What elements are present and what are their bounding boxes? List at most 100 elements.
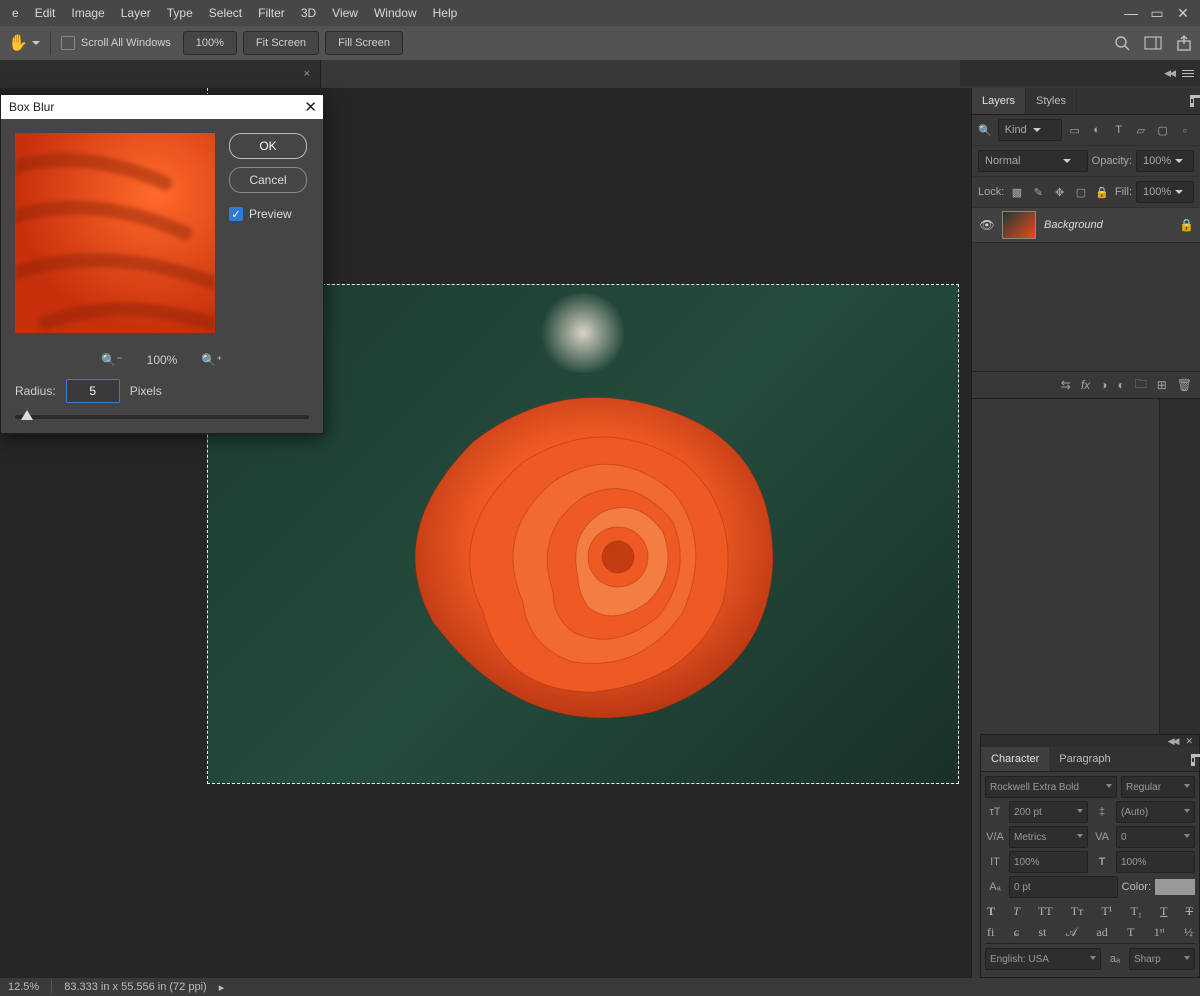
antialias-select[interactable]: Sharp (1129, 948, 1195, 970)
layer-name[interactable]: Background (1044, 219, 1103, 231)
layer-thumbnail[interactable] (1002, 211, 1036, 239)
fill-input[interactable]: 100% (1136, 181, 1194, 203)
fill-screen-button[interactable]: Fill Screen (325, 31, 403, 55)
layer-row-background[interactable]: 👁 Background 🔒 (972, 208, 1200, 243)
tracking-input[interactable]: 0 (1116, 826, 1195, 848)
lock-move-icon[interactable]: ✥ (1051, 183, 1068, 201)
tab-styles[interactable]: Styles (1026, 88, 1077, 114)
share-icon[interactable] (1176, 35, 1192, 51)
font-style-select[interactable]: Regular (1121, 776, 1195, 798)
status-chevron-icon[interactable]: ▸ (219, 981, 225, 994)
menu-item[interactable]: e (12, 6, 19, 20)
close-icon[interactable]: ✕ (304, 98, 317, 116)
menu-item-help[interactable]: Help (433, 6, 458, 20)
close-icon[interactable]: ✕ (1170, 3, 1196, 23)
minimize-icon[interactable]: — (1118, 3, 1144, 23)
lock-brush-icon[interactable]: ✎ (1030, 183, 1047, 201)
collapse-icon[interactable]: ◀◀ (1168, 736, 1178, 747)
ordinals-button[interactable]: T (1127, 925, 1134, 940)
smallcaps-button[interactable]: Tᴛ (1071, 904, 1084, 919)
menu-item-window[interactable]: Window (374, 6, 417, 20)
filter-image-icon[interactable]: ▭ (1066, 121, 1084, 139)
document-tab[interactable]: × (0, 60, 321, 88)
superscript-button[interactable]: T¹ (1101, 904, 1112, 919)
opacity-input[interactable]: 100% (1136, 150, 1194, 172)
status-doc-info[interactable]: 83.333 in x 55.556 in (72 ppi) (64, 981, 207, 993)
ligatures-button[interactable]: fi (987, 925, 994, 940)
menu-item-edit[interactable]: Edit (35, 6, 56, 20)
cancel-button[interactable]: Cancel (229, 167, 307, 193)
menu-item-select[interactable]: Select (209, 6, 242, 20)
group-icon[interactable]: 🗀 (1135, 375, 1147, 396)
kerning-input[interactable]: Metrics (1009, 826, 1088, 848)
hand-tool-icon[interactable]: ✋ (8, 33, 28, 53)
ok-button[interactable]: OK (229, 133, 307, 159)
filter-adjust-icon[interactable]: ◐ (1088, 121, 1106, 139)
menu-item-3d[interactable]: 3D (301, 6, 316, 20)
zoom-level-button[interactable]: 100% (183, 31, 237, 55)
adjustment-icon[interactable]: ◐ (1117, 378, 1124, 392)
blend-mode-select[interactable]: Normal (978, 150, 1088, 172)
vscale-input[interactable]: 100% (1009, 851, 1088, 873)
swash-button[interactable]: st (1038, 925, 1046, 940)
blur-preview[interactable] (15, 133, 215, 333)
filter-smart-icon[interactable]: ▢ (1154, 121, 1172, 139)
underline-button[interactable]: T (1160, 904, 1167, 919)
tab-paragraph[interactable]: Paragraph (1049, 747, 1120, 771)
lock-icon[interactable]: 🔒 (1179, 218, 1194, 232)
language-select[interactable]: English: USA (985, 948, 1101, 970)
menu-item-layer[interactable]: Layer (121, 6, 151, 20)
filter-type-icon[interactable]: T (1110, 121, 1128, 139)
slider-handle[interactable] (21, 410, 33, 420)
radius-input[interactable] (66, 379, 120, 403)
fit-screen-button[interactable]: Fit Screen (243, 31, 319, 55)
dialog-titlebar[interactable]: Box Blur ✕ (1, 95, 323, 119)
workspace-icon[interactable] (1144, 36, 1162, 50)
filter-shape-icon[interactable]: ▱ (1132, 121, 1150, 139)
panel-menu-icon[interactable] (1190, 95, 1194, 107)
layer-filter-kind[interactable]: Kind (998, 119, 1062, 141)
delete-layer-icon[interactable]: 🗑 (1177, 378, 1192, 392)
menu-item-image[interactable]: Image (71, 6, 104, 20)
lock-all-icon[interactable]: 🔒 (1094, 183, 1111, 201)
baseline-input[interactable]: 0 pt (1009, 876, 1118, 898)
tool-preset-dropdown-icon[interactable] (32, 41, 40, 45)
panel-menu-icon[interactable] (1191, 754, 1195, 766)
font-family-select[interactable]: Rockwell Extra Bold (985, 776, 1117, 798)
filter-toggle-icon[interactable]: ◦ (1176, 121, 1194, 139)
contextual-button[interactable]: ɕ (1014, 925, 1019, 940)
radius-slider[interactable] (15, 415, 309, 419)
titling-button[interactable]: ad (1096, 925, 1107, 940)
new-layer-icon[interactable]: ⊞ (1157, 378, 1167, 392)
fx-icon[interactable]: fx (1081, 378, 1090, 392)
leading-input[interactable]: (Auto) (1116, 801, 1195, 823)
mask-icon[interactable]: ◑ (1100, 378, 1107, 392)
subscript-button[interactable]: T₁ (1131, 904, 1143, 919)
search-icon[interactable] (1114, 35, 1130, 51)
maximize-icon[interactable]: ▭ (1144, 3, 1170, 23)
status-zoom[interactable]: 12.5% (8, 981, 39, 993)
zoom-in-icon[interactable]: 🔍⁺ (201, 353, 222, 367)
collapse-panels-icon[interactable]: ◀◀ (1164, 68, 1174, 79)
lock-artboard-icon[interactable]: ▢ (1072, 183, 1089, 201)
fractions-button[interactable]: ½ (1184, 925, 1193, 940)
close-tab-icon[interactable]: × (304, 68, 310, 80)
zoom-out-icon[interactable]: 🔍⁻ (101, 353, 122, 367)
italic-button[interactable]: T (1013, 904, 1020, 919)
hscale-input[interactable]: 100% (1116, 851, 1195, 873)
menu-item-view[interactable]: View (332, 6, 358, 20)
preview-checkbox[interactable]: ✓ Preview (229, 207, 307, 221)
strikethrough-button[interactable]: T (1186, 904, 1193, 919)
font-size-input[interactable]: 200 pt (1009, 801, 1088, 823)
panel-menu-icon[interactable] (1182, 70, 1194, 77)
tab-layers[interactable]: Layers (972, 88, 1026, 114)
bold-button[interactable]: T (987, 904, 995, 919)
close-panel-icon[interactable]: ✕ (1185, 736, 1193, 747)
lock-pixels-icon[interactable]: ▩ (1008, 183, 1025, 201)
scroll-all-windows-checkbox[interactable] (61, 36, 75, 50)
stylistic-button[interactable]: 𝒜 (1066, 925, 1077, 940)
tab-character[interactable]: Character (981, 747, 1049, 771)
allcaps-button[interactable]: TT (1038, 904, 1053, 919)
color-swatch[interactable] (1155, 879, 1195, 895)
menu-item-filter[interactable]: Filter (258, 6, 285, 20)
